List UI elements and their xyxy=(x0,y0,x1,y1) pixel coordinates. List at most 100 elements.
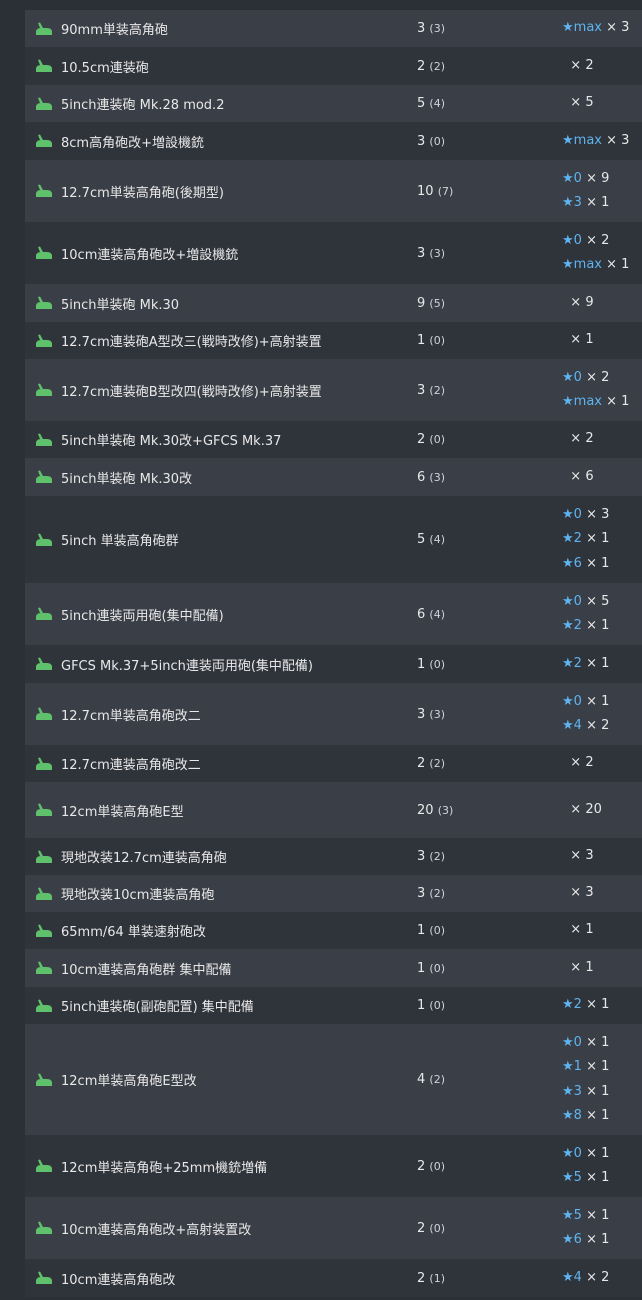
improvement-level: 6 xyxy=(573,1232,582,1247)
green-gun-icon xyxy=(36,1159,52,1172)
equipment-count-unlocked: (2) xyxy=(429,59,446,73)
improvement-cell: ★0 × 1 ★1 × 1 ★3 × 1 ★8 × 1 xyxy=(562,1031,642,1129)
improvement-entry: ★2 × 1 xyxy=(562,614,642,639)
multiply-sign: × xyxy=(581,1083,602,1099)
multiply-sign: × xyxy=(581,618,602,633)
table-row[interactable]: 10cm連装高角砲改+増設機銃 3 (3) ★0 × 2 ★max × 1 xyxy=(25,222,642,284)
star-icon: ★ xyxy=(562,1145,574,1161)
table-row[interactable]: 5inch連装砲(副砲配置) 集中配備 1 (0) ★2 × 1 xyxy=(25,987,642,1024)
equipment-name: 12cm単装高角砲E型改 xyxy=(61,1074,197,1089)
improvement-level: 0 xyxy=(573,506,582,522)
green-gun-icon xyxy=(36,1271,52,1284)
improvement-cell: × 2 xyxy=(562,751,642,776)
equipment-name-cell: 現地改装12.7cm連装高角砲 xyxy=(25,847,417,866)
improvement-level: 3 xyxy=(573,195,582,210)
green-gun-icon xyxy=(36,607,52,620)
equipment-count: 3 xyxy=(417,245,426,261)
equipment-name-cell: 5inch連装砲 Mk.28 mod.2 xyxy=(25,94,417,113)
table-row[interactable]: 90mm単装高角砲 3 (3) ★max × 3 xyxy=(25,10,642,47)
improvement-cell: × 3 xyxy=(562,881,642,906)
improvement-count: 1 xyxy=(601,1034,610,1050)
improvement-entry: ★0 × 1 xyxy=(562,690,642,715)
table-row[interactable]: 5inch単装砲 Mk.30改 6 (3) × 6 xyxy=(25,458,642,496)
improvement-cell: × 2 xyxy=(562,427,642,452)
equipment-name: 10cm連装高角砲改+高射装置改 xyxy=(61,1222,252,1238)
table-row[interactable]: GFCS Mk.37+5inch連装両用砲(集中配備) 1 (0) ★2 × 1 xyxy=(25,645,642,683)
table-row[interactable]: 12.7cm連装高角砲改二 2 (2) × 2 xyxy=(25,745,642,782)
multiply-sign: × xyxy=(566,959,586,975)
equipment-name: 12.7cm連装高角砲改二 xyxy=(61,758,201,773)
table-row[interactable]: 10cm連装高角砲改+高射装置改 2 (0) ★5 × 1 ★6 × 1 xyxy=(25,1197,642,1259)
multiply-sign: × xyxy=(581,195,602,210)
improvement-count: 1 xyxy=(601,1207,610,1223)
table-row[interactable]: 5inch連装両用砲(集中配備) 6 (4) ★0 × 5 ★2 × 1 xyxy=(25,583,642,645)
equipment-count: 3 xyxy=(417,133,426,149)
table-row[interactable]: 12.7cm単装高角砲(後期型) 10 (7) ★0 × 9 ★3 × 1 xyxy=(25,160,642,222)
table-row[interactable]: 現地改装12.7cm連装高角砲 3 (2) × 3 xyxy=(25,838,642,875)
improvement-count: 2 xyxy=(601,369,610,385)
multiply-sign: × xyxy=(581,531,602,547)
improvement-count: 9 xyxy=(585,294,594,310)
equipment-count-cell: 2 (0) xyxy=(417,1221,562,1236)
table-row[interactable]: 12.7cm単装高角砲改二 3 (3) ★0 × 1 ★4 × 2 xyxy=(25,683,642,745)
table-row[interactable]: 現地改装10cm連装高角砲 3 (2) × 3 xyxy=(25,875,642,912)
equipment-count-unlocked: (0) xyxy=(429,924,446,937)
equipment-count: 2 xyxy=(417,432,426,447)
table-row[interactable]: 10cm連装高角砲群 集中配備 1 (0) × 1 xyxy=(25,949,642,987)
improvement-cell: ★2 × 1 xyxy=(562,652,642,677)
equipment-count-unlocked: (3) xyxy=(437,803,454,817)
improvement-cell: ★0 × 2 ★max × 1 xyxy=(562,366,642,415)
multiply-sign: × xyxy=(581,1207,602,1223)
green-gun-icon xyxy=(36,533,52,546)
table-row[interactable]: 65mm/64 単装速射砲改 1 (0) × 1 xyxy=(25,912,642,949)
equipment-count: 2 xyxy=(417,1270,426,1286)
multiply-sign: × xyxy=(566,57,586,73)
table-row[interactable]: 12.7cm連装砲A型改三(戦時改修)+高射装置 1 (0) × 1 xyxy=(25,322,642,359)
equipment-name-cell: 10cm連装高角砲改+高射装置改 xyxy=(25,1219,417,1238)
table-row[interactable]: 5inch 単装高角砲群 5 (4) ★0 × 3 ★2 × 1 ★6 × 1 xyxy=(25,496,642,583)
equipment-name-cell: 5inch 単装高角砲群 xyxy=(25,530,417,549)
improvement-entry: × 2 xyxy=(562,54,642,79)
table-row[interactable]: 5inch連装砲 Mk.28 mod.2 5 (4) × 5 xyxy=(25,85,642,122)
improvement-entry: ★4 × 2 xyxy=(562,714,642,739)
equipment-count-cell: 3 (3) xyxy=(417,246,562,261)
improvement-count: 20 xyxy=(585,801,602,817)
improvement-entry: × 9 xyxy=(562,291,642,316)
improvement-level: 4 xyxy=(573,718,582,733)
table-row[interactable]: 12cm単装高角砲E型改 4 (2) ★0 × 1 ★1 × 1 ★3 × 1 ★8 × … xyxy=(25,1024,642,1135)
improvement-count: 3 xyxy=(585,848,594,864)
green-gun-icon xyxy=(36,184,52,197)
star-icon: ★ xyxy=(562,693,574,709)
star-icon: ★ xyxy=(562,506,574,522)
improvement-entry: × 1 xyxy=(562,918,642,943)
equipment-name: 12.7cm連装砲A型改三(戦時改修)+高射装置 xyxy=(61,335,322,350)
equipment-count-cell: 3 (3) xyxy=(417,707,562,722)
equipment-name: 現地改装12.7cm連装高角砲 xyxy=(61,851,227,866)
improvement-entry: × 2 xyxy=(562,751,642,776)
improvement-entry: × 1 xyxy=(562,956,642,981)
table-row[interactable]: 12.7cm連装砲B型改四(戦時改修)+高射装置 3 (2) ★0 × 2 ★max … xyxy=(25,359,642,421)
equipment-count: 9 xyxy=(417,295,426,311)
equipment-name-cell: 10cm連装高角砲群 集中配備 xyxy=(25,959,417,978)
equipment-count-unlocked: (5) xyxy=(429,296,446,310)
improvement-count: 1 xyxy=(601,1170,610,1185)
table-row[interactable]: 5inch単装砲 Mk.30 9 (5) × 9 xyxy=(25,284,642,322)
star-icon: ★ xyxy=(562,1083,574,1099)
equipment-name: 10.5cm連装砲 xyxy=(61,60,149,76)
table-row[interactable]: 10cm連装高角砲改 2 (1) ★4 × 2 xyxy=(25,1259,642,1297)
table-row[interactable]: 12cm単装高角砲+25mm機銃増備 2 (0) ★0 × 1 ★5 × 1 xyxy=(25,1135,642,1197)
equipment-count-unlocked: (2) xyxy=(429,757,446,770)
table-row[interactable]: 8cm高角砲改+増設機銃 3 (0) ★max × 3 xyxy=(25,122,642,160)
improvement-cell: × 1 xyxy=(562,918,642,943)
equipment-count-unlocked: (1) xyxy=(429,1271,446,1285)
equipment-count-cell: 2 (2) xyxy=(417,756,562,771)
improvement-level: max xyxy=(573,257,602,272)
improvement-cell: ★4 × 2 xyxy=(562,1266,642,1291)
table-row[interactable]: 12cm単装高角砲E型 20 (3) × 20 xyxy=(25,782,642,838)
equipment-count-unlocked: (4) xyxy=(429,607,446,621)
equipment-count-cell: 2 (1) xyxy=(417,1271,562,1286)
table-row[interactable]: 5inch単装砲 Mk.30改+GFCS Mk.37 2 (0) × 2 xyxy=(25,421,642,458)
equipment-count-cell: 5 (4) xyxy=(417,96,562,111)
table-row[interactable]: 10.5cm連装砲 2 (2) × 2 xyxy=(25,47,642,85)
green-gun-icon xyxy=(36,246,52,259)
